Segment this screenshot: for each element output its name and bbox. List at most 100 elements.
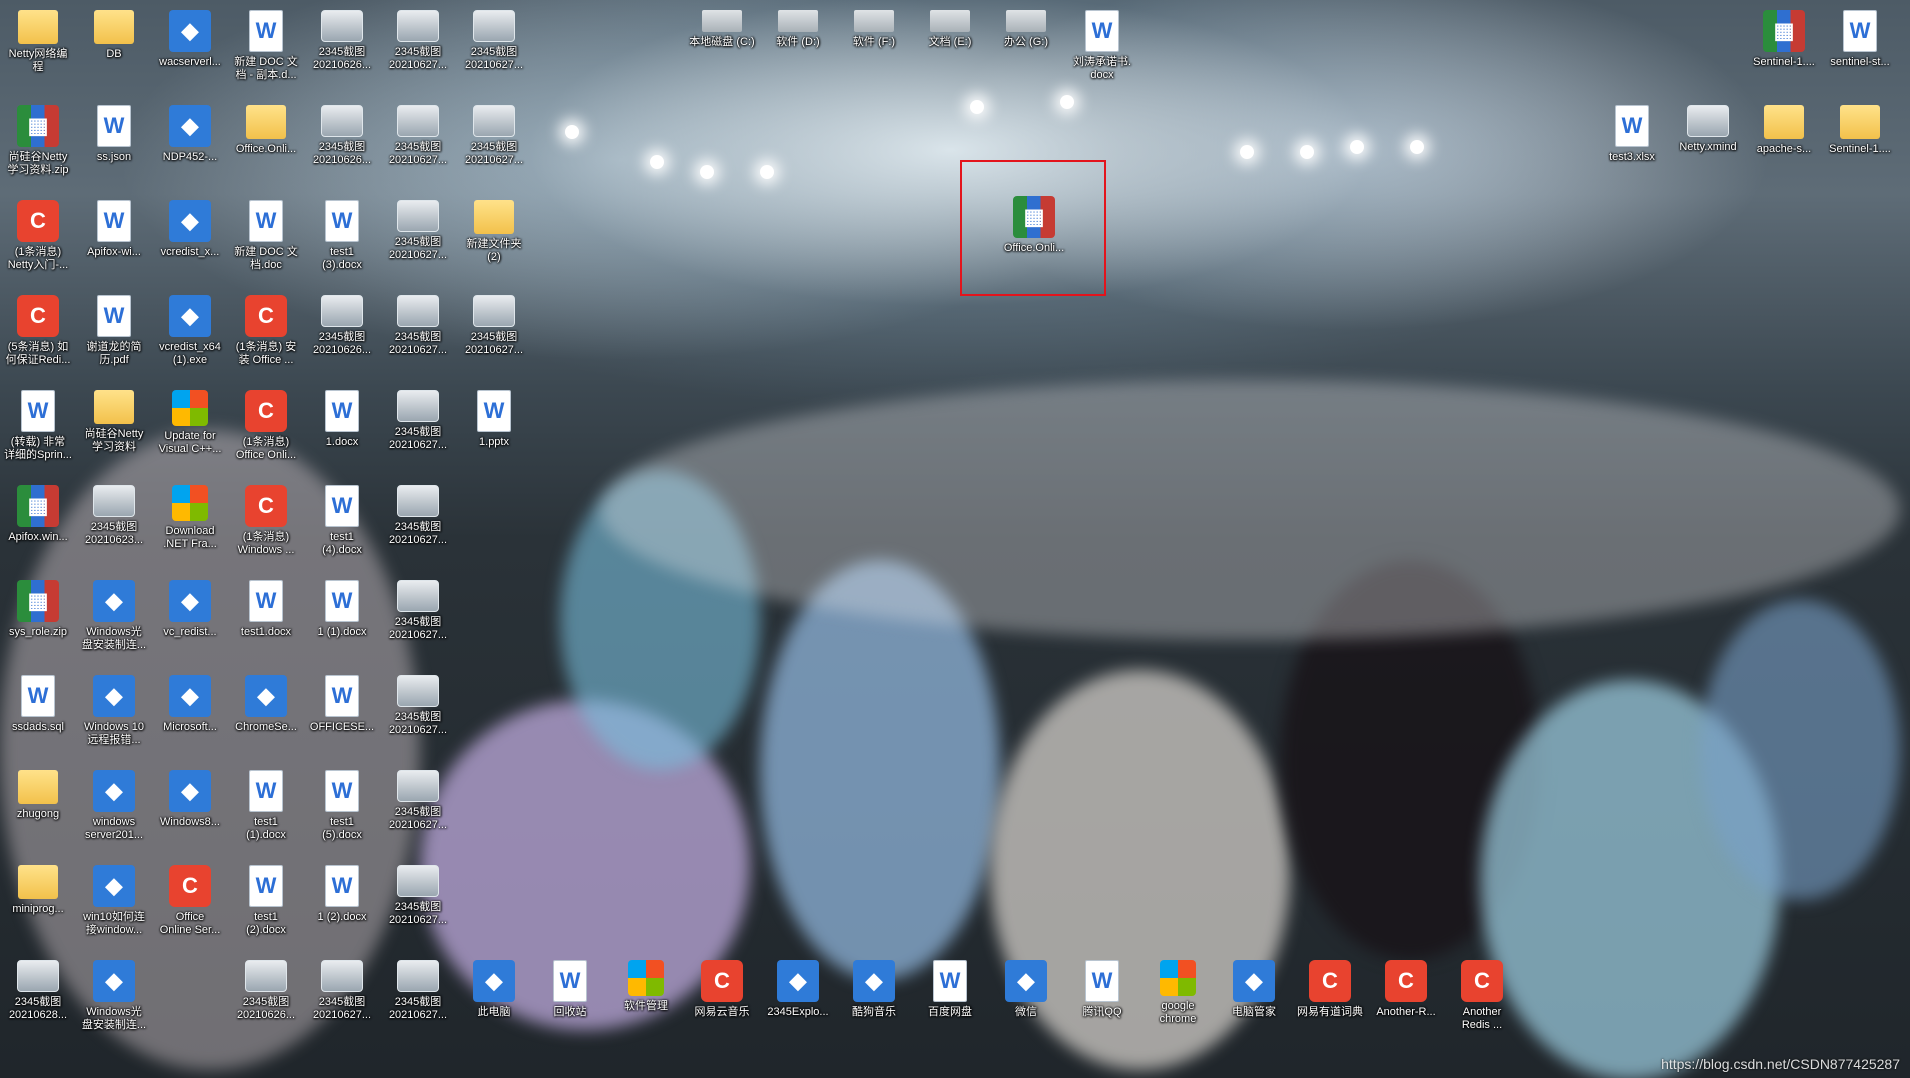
desktop-icon[interactable]: ◆ Microsoft...: [152, 669, 228, 757]
desktop-icon[interactable]: W 回收站: [532, 954, 608, 1042]
desktop-icon[interactable]: W 1 (2).docx: [304, 859, 380, 947]
desktop-icon[interactable]: ◆ 电脑管家: [1216, 954, 1292, 1042]
desktop-icon[interactable]: Sentinel-1....: [1822, 99, 1898, 187]
desktop-icon[interactable]: Wtest3.xlsx: [1594, 99, 1670, 187]
desktop-icon[interactable]: 2345截图 20210628...: [0, 954, 76, 1042]
desktop-icon[interactable]: W 1.pptx: [456, 384, 532, 472]
desktop-icon[interactable]: ▦ Apifox.win...: [0, 479, 76, 567]
desktop-icon[interactable]: 2345截图 20210627...: [380, 669, 456, 757]
desktop-icon[interactable]: 软件 (F:): [836, 4, 912, 92]
desktop-icon[interactable]: ▦ sys_role.zip: [0, 574, 76, 662]
desktop-icon[interactable]: ▦ 尚硅谷Netty 学习资料.zip: [0, 99, 76, 187]
desktop-icon[interactable]: Netty网络编 程: [0, 4, 76, 92]
desktop-icon[interactable]: 2345截图 20210627...: [304, 954, 380, 1042]
desktop-icon[interactable]: C (5条消息) 如 何保证Redi...: [0, 289, 76, 377]
desktop-icon[interactable]: 2345截图 20210627...: [380, 194, 456, 282]
desktop-icon[interactable]: W 1 (1).docx: [304, 574, 380, 662]
desktop-icon[interactable]: 2345截图 20210626...: [304, 99, 380, 187]
desktop-icon[interactable]: ◆ 2345Explo...: [760, 954, 836, 1042]
desktop-icon[interactable]: W 腾讯QQ: [1064, 954, 1140, 1042]
desktop-icon[interactable]: ◆ NDP452-...: [152, 99, 228, 187]
desktop-icon[interactable]: Update for Visual C++...: [152, 384, 228, 472]
desktop-icon[interactable]: 2345截图 20210627...: [380, 574, 456, 662]
desktop-icon[interactable]: google chrome: [1140, 954, 1216, 1042]
desktop-icon[interactable]: C Another Redis ...: [1444, 954, 1520, 1042]
desktop-icon[interactable]: 尚硅谷Netty 学习资料: [76, 384, 152, 472]
desktop-icon[interactable]: C 网易有道词典: [1292, 954, 1368, 1042]
desktop-icon[interactable]: Wsentinel-st...: [1822, 4, 1898, 92]
desktop-icon[interactable]: ◆ win10如何连 接window...: [76, 859, 152, 947]
desktop-icon[interactable]: Wss.json: [76, 99, 152, 187]
desktop-icon[interactable]: ◆ Windows光 盘安装制连...: [76, 954, 152, 1042]
desktop-icon[interactable]: Netty.xmind: [1670, 99, 1746, 187]
desktop-icon[interactable]: W 1.docx: [304, 384, 380, 472]
desktop-icon[interactable]: miniprog...: [0, 859, 76, 947]
desktop-icon[interactable]: W 百度网盘: [912, 954, 988, 1042]
desktop-icon-selected[interactable]: ▦ Office.Onli...: [996, 190, 1072, 278]
desktop-icon[interactable]: 软件管理: [608, 954, 684, 1042]
desktop-icon[interactable]: Wtest1 (5).docx: [304, 764, 380, 852]
desktop-icon[interactable]: Wtest1 (1).docx: [228, 764, 304, 852]
desktop-icon[interactable]: 软件 (D:): [760, 4, 836, 92]
desktop-icon[interactable]: Wssdads.sql: [0, 669, 76, 757]
icon-label: Sentinel-1....: [1753, 56, 1815, 68]
desktop-icon[interactable]: C Office Online Ser...: [152, 859, 228, 947]
icon-label: 2345截图 20210623...: [84, 521, 144, 546]
desktop-icon[interactable]: ◆ vcredist_x64 (1).exe: [152, 289, 228, 377]
desktop-icon[interactable]: 2345截图 20210627...: [380, 859, 456, 947]
desktop-icon[interactable]: ◆ vc_redist...: [152, 574, 228, 662]
desktop-icon[interactable]: Wtest1 (2).docx: [228, 859, 304, 947]
desktop-icon[interactable]: Download .NET Fra...: [152, 479, 228, 567]
desktop-icon[interactable]: ◆ vcredist_x...: [152, 194, 228, 282]
desktop-icon[interactable]: DB: [76, 4, 152, 92]
desktop-icon[interactable]: ◆ 酷狗音乐: [836, 954, 912, 1042]
desktop-icon[interactable]: Wtest1.docx: [228, 574, 304, 662]
desktop-icon[interactable]: 本地磁盘 (C:): [684, 4, 760, 92]
desktop-icon[interactable]: 2345截图 20210626...: [304, 4, 380, 92]
desktop-icon[interactable]: W 新建 DOC 文 档.doc: [228, 194, 304, 282]
desktop-icon[interactable]: ◆ 微信: [988, 954, 1064, 1042]
desktop-icon[interactable]: 2345截图 20210626...: [304, 289, 380, 377]
desktop-icon[interactable]: ◆ ChromeSe...: [228, 669, 304, 757]
desktop-icon[interactable]: W 新建 DOC 文 档 - 副本.d...: [228, 4, 304, 92]
desktop-icon[interactable]: 文档 (E:): [912, 4, 988, 92]
desktop-icon[interactable]: ◆ Windows光 盘安装制连...: [76, 574, 152, 662]
desktop-icon[interactable]: apache-s...: [1746, 99, 1822, 187]
desktop-icon[interactable]: 2345截图 20210627...: [380, 384, 456, 472]
desktop-icon[interactable]: 2345截图 20210627...: [380, 954, 456, 1042]
desktop-icon[interactable]: Wtest1 (3).docx: [304, 194, 380, 282]
desktop-icon[interactable]: W (转载) 非常 详细的Sprin...: [0, 384, 76, 472]
desktop-icon[interactable]: 2345截图 20210627...: [380, 764, 456, 852]
desktop-icon[interactable]: 2345截图 20210623...: [76, 479, 152, 567]
desktop-icon[interactable]: C Another-R...: [1368, 954, 1444, 1042]
desktop-icon[interactable]: 2345截图 20210626...: [228, 954, 304, 1042]
desktop-icon[interactable]: ◆ 此电脑: [456, 954, 532, 1042]
desktop-icon[interactable]: 办公 (G:): [988, 4, 1064, 92]
desktop-icon[interactable]: Wtest1 (4).docx: [304, 479, 380, 567]
desktop-icon[interactable]: C 网易云音乐: [684, 954, 760, 1042]
desktop-icon[interactable]: 2345截图 20210627...: [380, 4, 456, 92]
desktop-icon[interactable]: ▦ Sentinel-1....: [1746, 4, 1822, 92]
icon-label: test1.docx: [240, 626, 292, 638]
desktop-icon[interactable]: 2345截图 20210627...: [456, 99, 532, 187]
desktop-icon[interactable]: W 刘涛承诺书. docx: [1064, 4, 1140, 92]
desktop-icon[interactable]: W Apifox-wi...: [76, 194, 152, 282]
desktop-icon[interactable]: 2345截图 20210627...: [380, 99, 456, 187]
desktop-icon[interactable]: Office.Onli...: [228, 99, 304, 187]
desktop-icon[interactable]: 新建文件夹 (2): [456, 194, 532, 282]
desktop-icon[interactable]: ◆ Windows8...: [152, 764, 228, 852]
desktop-icon[interactable]: zhugong: [0, 764, 76, 852]
desktop-icon[interactable]: C (1条消息) 安 装 Office ...: [228, 289, 304, 377]
desktop-icon[interactable]: 2345截图 20210627...: [456, 4, 532, 92]
desktop-icon[interactable]: C (1条消息) Office Onli...: [228, 384, 304, 472]
desktop-icon[interactable]: 2345截图 20210627...: [380, 479, 456, 567]
desktop-icon[interactable]: C (1条消息) Netty入门-...: [0, 194, 76, 282]
desktop-icon[interactable]: ◆ Windows 10 远程报错...: [76, 669, 152, 757]
desktop-icon[interactable]: 2345截图 20210627...: [380, 289, 456, 377]
desktop-icon[interactable]: 2345截图 20210627...: [456, 289, 532, 377]
desktop-icon[interactable]: W 谢道龙的简 历.pdf: [76, 289, 152, 377]
desktop-icon[interactable]: W OFFICESE...: [304, 669, 380, 757]
desktop-icon[interactable]: ◆ windows server201...: [76, 764, 152, 852]
desktop-icon[interactable]: ◆ wacserverl...: [152, 4, 228, 92]
desktop-icon[interactable]: C (1条消息) Windows ...: [228, 479, 304, 567]
